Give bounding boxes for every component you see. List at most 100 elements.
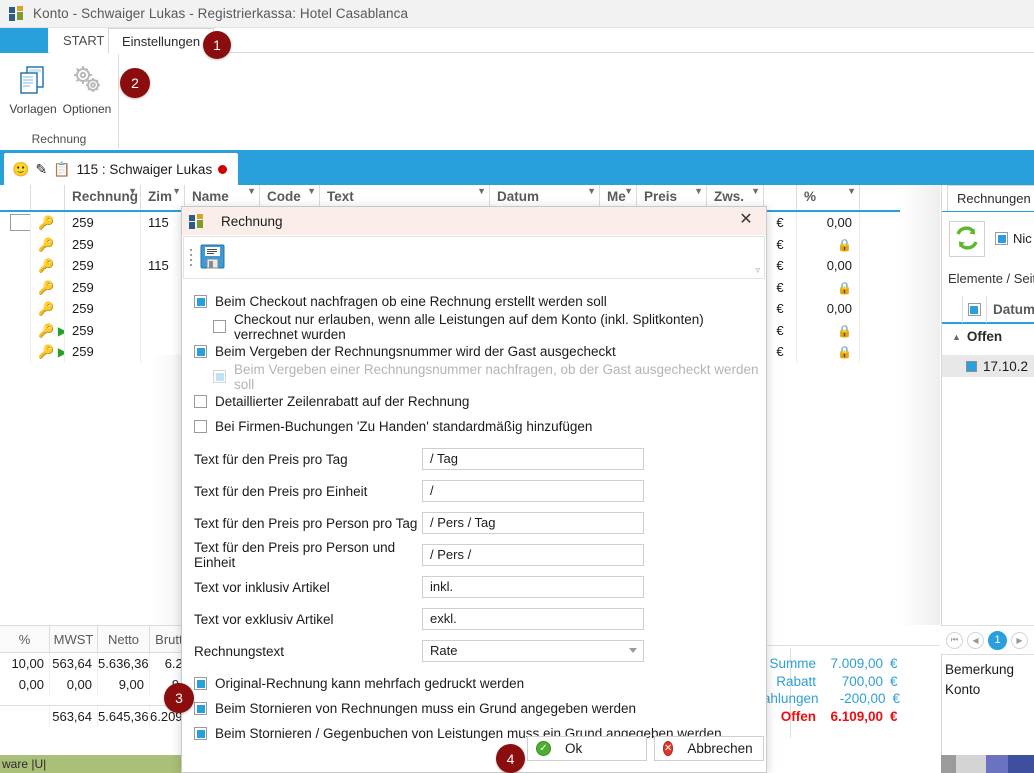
cell-currency: €	[764, 276, 797, 298]
dialog-checkbox-row[interactable]: Beim Vergeben der Rechnungsnummer wird d…	[182, 339, 766, 364]
ribbon-button-optionen[interactable]: Optionen	[60, 59, 114, 116]
account-tab[interactable]: 🙂 ✎ 📋 115 : Schwaiger Lukas	[4, 153, 239, 185]
pager-page-1[interactable]: 1	[988, 630, 1007, 650]
dialog-checkbox-row[interactable]: Bei Firmen-Buchungen 'Zu Handen' standar…	[182, 414, 766, 439]
dialog-checkbox-row[interactable]: Beim Checkout nachfragen ob eine Rechnun…	[182, 289, 766, 314]
app-menu-button[interactable]	[0, 28, 48, 53]
summary-currency: €	[892, 691, 900, 706]
filter-icon[interactable]: ▼	[172, 186, 181, 196]
status-dot-icon	[218, 164, 228, 174]
dialog-input[interactable]: / Tag	[422, 448, 644, 470]
pager-first-button[interactable]: ⏮	[946, 631, 963, 649]
toolbar-expander-icon[interactable]: ▿	[755, 265, 760, 276]
chevron-down-icon[interactable]	[629, 648, 637, 653]
cell-zim: 115	[141, 255, 185, 277]
dialog-checkbox-row[interactable]: Detaillierter Zeilenrabatt auf der Rechn…	[182, 389, 766, 414]
row-selector[interactable]	[0, 276, 31, 298]
checkbox-icon	[194, 345, 207, 358]
ok-button[interactable]: ✓ Ok	[527, 736, 647, 761]
ribbon-button-vorlagen[interactable]: Vorlagen	[6, 59, 60, 116]
dialog-checkbox-row[interactable]: Checkout nur erlauben, wenn alle Leistun…	[182, 312, 766, 342]
dialog-title: Rechnung	[221, 213, 283, 229]
summary-label: Summe	[769, 656, 816, 671]
row-select-box[interactable]	[10, 214, 30, 231]
filter-icon[interactable]: ▼	[847, 186, 856, 196]
row-selector[interactable]	[0, 341, 31, 363]
row-icons: 🔑	[31, 233, 65, 255]
dialog-input[interactable]: /	[422, 480, 644, 502]
row-selector[interactable]	[0, 255, 31, 277]
checkbox-icon	[213, 370, 226, 383]
filter-icon[interactable]: ▼	[751, 186, 760, 196]
filter-icon[interactable]: ▼	[477, 186, 486, 196]
ribbon-body: Vorlagen Optionen Rechnung	[0, 53, 1034, 149]
pager-prev-button[interactable]: ◀	[967, 631, 984, 649]
remark-line-2: Konto	[945, 682, 981, 697]
elements-per-page-label: Elemente / Seite	[948, 271, 1034, 286]
cell-currency: €	[764, 255, 797, 277]
grid-column-label: Code	[267, 189, 301, 204]
tab-einstellungen[interactable]: Einstellungen	[108, 28, 215, 54]
cell-currency: €	[764, 212, 797, 234]
panel-group-offen[interactable]: ▲ Offen	[942, 329, 1034, 344]
panel-filter-checkbox[interactable]: Nic	[995, 231, 1032, 246]
filter-icon[interactable]: ▼	[247, 186, 256, 196]
grid-column-label: %	[804, 189, 817, 204]
key-icon: 🔑	[38, 322, 55, 338]
filter-icon[interactable]: ▼	[624, 186, 633, 196]
summary-currency: €	[890, 673, 898, 689]
summary-value: 6.109,00	[830, 708, 883, 724]
grid-column-header-zim[interactable]: Zim ▼	[141, 185, 185, 210]
row-selector[interactable]	[0, 298, 31, 320]
dialog-checkbox-label: Original-Rechnung kann mehrfach gedruckt…	[215, 676, 525, 691]
row-selector[interactable]	[0, 212, 31, 234]
filter-icon[interactable]: ▼	[128, 186, 137, 196]
dialog-field-label: Text für den Preis pro Tag	[194, 451, 348, 467]
dialog-field-label: Text für den Preis pro Person pro Tag	[194, 515, 418, 531]
dialog-field-row: Text für den Preis pro Person pro Tag / P…	[182, 507, 766, 539]
dialog-input[interactable]: inkl.	[422, 576, 644, 598]
cell-percent: 🔒	[797, 319, 860, 341]
filter-icon[interactable]: ▼	[587, 186, 596, 196]
field-group: Text für den Preis pro Tag / Tag Text für …	[182, 443, 766, 667]
summary-value: 7.009,00	[830, 656, 883, 671]
dialog-input[interactable]: / Pers / Tag	[422, 512, 644, 534]
panel-group-label: Offen	[966, 329, 1003, 344]
dialog-input[interactable]: exkl.	[422, 608, 644, 630]
annotation-badge-2: 2	[120, 68, 150, 98]
grid-column-header-blank[interactable]	[764, 185, 797, 210]
dialog-field-value: inkl.	[430, 579, 454, 594]
save-button[interactable]	[194, 239, 230, 277]
grid-column-header-blank[interactable]	[0, 185, 31, 210]
cancel-button[interactable]: ✕ Abbrechen	[654, 736, 764, 761]
cell-rechnung: 259	[65, 255, 141, 277]
dialog-field-label: Text vor inklusiv Artikel	[194, 579, 330, 595]
filter-icon[interactable]: ▼	[307, 186, 316, 196]
panel-pager[interactable]: ⏮ ◀ 1 ▶	[941, 625, 1034, 655]
cell-percent: 🔒	[797, 341, 860, 363]
dialog-footer: ✓ Ok ✕ Abbrechen	[182, 730, 766, 772]
dialog-checkbox-row[interactable]: Original-Rechnung kann mehrfach gedruckt…	[182, 671, 766, 696]
filter-icon[interactable]: ▼	[694, 186, 703, 196]
pager-next-button[interactable]: ▶	[1011, 631, 1028, 649]
dialog-select[interactable]: Rate	[422, 640, 644, 662]
refresh-button[interactable]	[949, 221, 985, 257]
dialog-field-label: Text für den Preis pro Einheit	[194, 483, 368, 499]
row-selector[interactable]	[0, 319, 31, 341]
checkbox-icon	[194, 702, 207, 715]
dialog-checkbox-label: Beim Checkout nachfragen ob eine Rechnun…	[215, 294, 607, 309]
grid-column-header-rechnung[interactable]: Rechnung ▼	[65, 185, 141, 210]
row-selector[interactable]	[0, 233, 31, 255]
dialog-input[interactable]: / Pers /	[422, 544, 644, 566]
grid-column-header-[interactable]: % ▼	[797, 185, 860, 210]
close-icon[interactable]: ✕	[736, 211, 756, 231]
grid-column-header-blank[interactable]	[31, 185, 65, 210]
grid-column-label: Datum	[497, 189, 540, 204]
panel-select-all-checkbox[interactable]	[963, 296, 987, 323]
panel-invoice-row[interactable]: 17.10.2	[942, 355, 1034, 377]
dialog-checkbox-label: Detaillierter Zeilenrabatt auf der Rechn…	[215, 394, 470, 409]
tab-rechnungen[interactable]: Rechnungen	[947, 185, 1034, 211]
key-icon: 🔑	[38, 279, 55, 295]
dialog-checkbox-row[interactable]: Beim Stornieren von Rechnungen muss ein …	[182, 696, 766, 721]
toolbar-grip[interactable]	[184, 236, 194, 279]
